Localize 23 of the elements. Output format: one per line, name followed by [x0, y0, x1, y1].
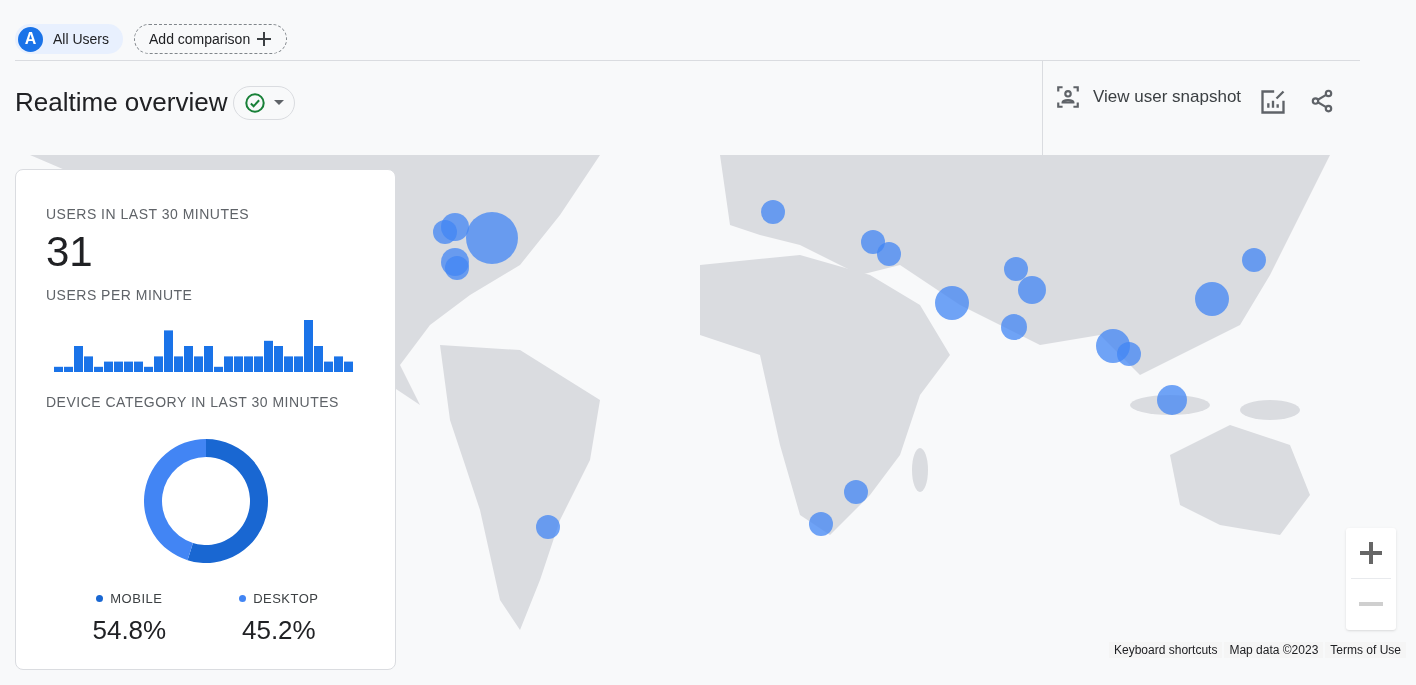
map-footer-link[interactable]: Keyboard shortcuts — [1109, 642, 1223, 658]
page-title: Realtime overview — [15, 86, 228, 118]
person-scan-icon — [1055, 84, 1081, 110]
view-user-snapshot-button[interactable]: View user snapshot — [1055, 84, 1242, 110]
map-footer-link[interactable]: Terms of Use — [1325, 642, 1406, 658]
check-circle-icon — [244, 92, 267, 114]
segment-chip[interactable]: A All Users — [15, 24, 123, 54]
legend-label: MOBILE — [110, 590, 163, 608]
chart-edit-icon — [1259, 88, 1288, 116]
segment-label: All Users — [53, 29, 109, 49]
plus-icon — [256, 31, 273, 47]
minus-icon — [1359, 601, 1383, 606]
device-title: DEVICE CATEGORY IN LAST 30 MINUTES — [46, 393, 340, 412]
users-count: 31 — [46, 227, 94, 277]
users-title: USERS IN LAST 30 MINUTES — [46, 205, 251, 224]
segment-badge: A — [18, 26, 43, 52]
plus-icon — [1359, 541, 1383, 565]
caret-icon — [274, 100, 285, 106]
legend-label: DESKTOP — [253, 590, 319, 608]
per-minute-title: USERS PER MINUTE — [46, 286, 194, 305]
map-footer-link[interactable]: Map data ©2023 — [1224, 642, 1324, 658]
legend-value: 45.2% — [241, 613, 316, 647]
legend-value: 54.8% — [92, 613, 167, 647]
